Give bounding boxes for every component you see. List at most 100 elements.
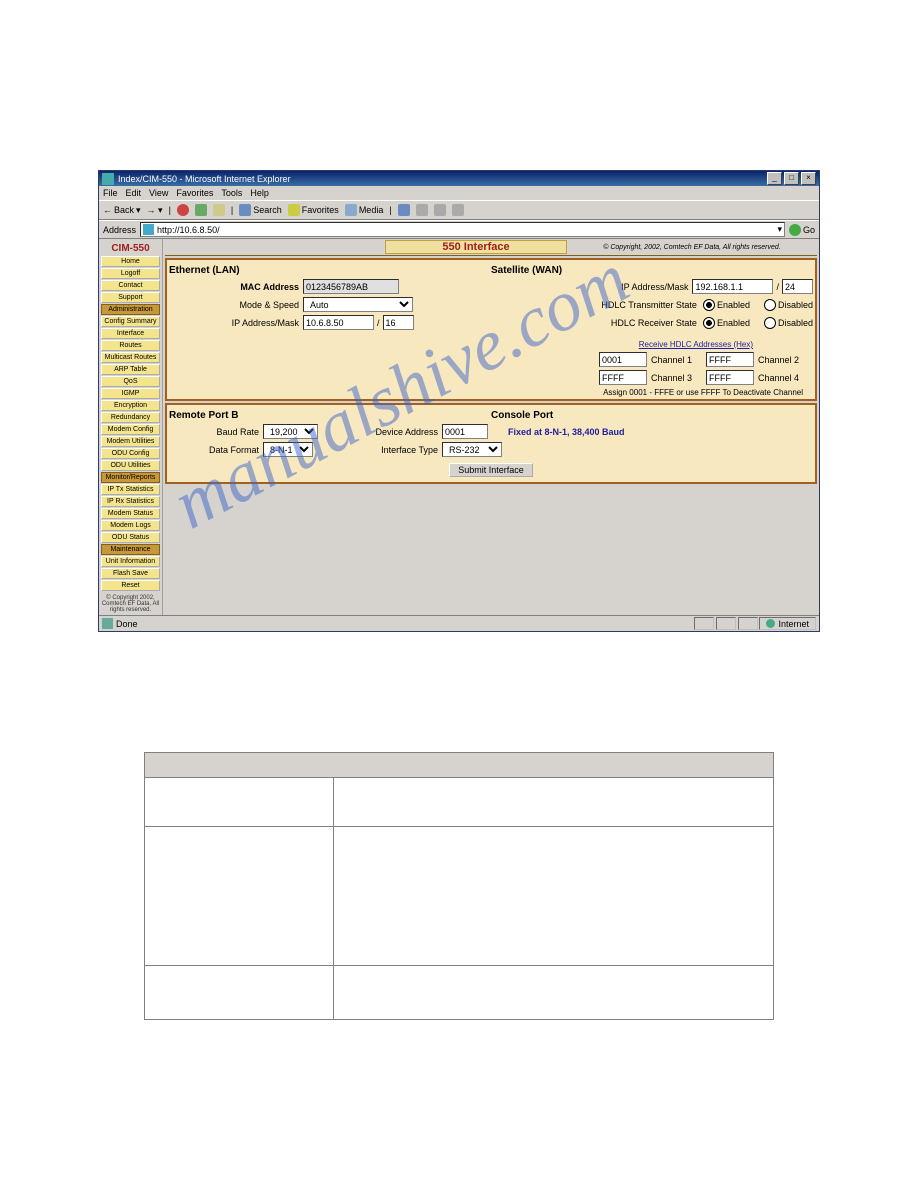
favorites-button[interactable]: Favorites (288, 204, 339, 216)
back-button[interactable]: ← Back ▾ (103, 205, 141, 216)
hdlc-tx-disabled-radio[interactable] (764, 299, 776, 311)
menu-help[interactable]: Help (250, 188, 269, 198)
eth-ip-label: IP Address/Mask (169, 318, 303, 328)
sidebar-item-oduutil[interactable]: ODU Utilities (101, 460, 160, 471)
menu-edit[interactable]: Edit (126, 188, 142, 198)
forward-button[interactable]: → ▾ (147, 205, 163, 216)
console-head: Console Port (491, 410, 553, 421)
search-button[interactable]: Search (239, 204, 282, 216)
menu-view[interactable]: View (149, 188, 168, 198)
console-fixed-text: Fixed at 8-N-1, 38,400 Baud (508, 427, 625, 437)
baud-select[interactable]: 19,200 (263, 424, 318, 439)
sidebar-head-maint: Maintenance (101, 544, 160, 555)
mail-button[interactable] (416, 204, 428, 216)
sidebar-item-support[interactable]: Support (101, 292, 160, 303)
remote-console-panel: Remote Port B Console Port Baud Rate 19,… (165, 403, 817, 484)
mac-input (303, 279, 399, 294)
ch1-input[interactable] (599, 352, 647, 367)
sidebar-item-unitinfo[interactable]: Unit Information (101, 556, 160, 567)
sidebar-item-routes[interactable]: Routes (101, 340, 160, 351)
sidebar-item-arp[interactable]: ARP Table (101, 364, 160, 375)
refresh-button[interactable] (195, 204, 207, 216)
hdlc-tx-label: HDLC Transmitter State (567, 300, 701, 310)
done-icon (102, 618, 113, 629)
iface-label: Interface Type (358, 445, 442, 455)
sidebar-item-oduconfig[interactable]: ODU Config (101, 448, 160, 459)
close-button[interactable]: × (801, 172, 816, 185)
hdlc-rx-label: HDLC Receiver State (567, 318, 701, 328)
globe-icon (766, 619, 775, 628)
eth-ip-input[interactable] (303, 315, 374, 330)
ch2-input[interactable] (706, 352, 754, 367)
sidebar-item-home[interactable]: Home (101, 256, 160, 267)
baud-label: Baud Rate (169, 427, 263, 437)
page-icon (143, 224, 154, 235)
sidebar-item-modemstatus[interactable]: Modem Status (101, 508, 160, 519)
sat-ip-input[interactable] (692, 279, 773, 294)
sat-mask-input[interactable] (782, 279, 813, 294)
edit-button[interactable] (452, 204, 464, 216)
sidebar-item-configsummary[interactable]: Config Summary (101, 316, 160, 327)
sidebar-item-encryption[interactable]: Encryption (101, 400, 160, 411)
menu-tools[interactable]: Tools (221, 188, 242, 198)
hdlc-rx-disabled-radio[interactable] (764, 317, 776, 329)
mode-label: Mode & Speed (169, 300, 303, 310)
ch4-input[interactable] (706, 370, 754, 385)
hdlc-rx-enabled-radio[interactable] (703, 317, 715, 329)
hdlc-tx-enabled-radio[interactable] (703, 299, 715, 311)
rcv-hdlc-link[interactable]: Receive HDLC Addresses (Hex) (639, 340, 753, 349)
statusbar: Done Internet (99, 615, 819, 631)
iface-select[interactable]: RS-232 (442, 442, 502, 457)
mac-label: MAC Address (169, 282, 303, 292)
ch3-input[interactable] (599, 370, 647, 385)
sidebar-item-iptx[interactable]: IP Tx Statistics (101, 484, 160, 495)
sidebar-item-igmp[interactable]: IGMP (101, 388, 160, 399)
ethernet-head: Ethernet (LAN) (169, 265, 240, 276)
print-button[interactable] (434, 204, 446, 216)
satellite-head: Satellite (WAN) (491, 265, 562, 276)
page-copyright: © Copyright, 2002, Comtech EF Data, All … (567, 244, 817, 251)
sidebar-head-monitor: Monitor/Reports (101, 472, 160, 483)
sidebar-item-interface[interactable]: Interface (101, 328, 160, 339)
address-input[interactable]: http://10.6.8.50/ ▾ (140, 222, 785, 237)
sidebar-item-iprx[interactable]: IP Rx Statistics (101, 496, 160, 507)
stop-button[interactable] (177, 204, 189, 216)
sidebar-item-reset[interactable]: Reset (101, 580, 160, 591)
hdlc-instr: Assign 0001 - FFFE or use FFFF To Deacti… (169, 388, 813, 397)
go-button[interactable]: Go (789, 224, 815, 236)
maximize-button[interactable]: □ (784, 172, 799, 185)
eth-mask-input[interactable] (383, 315, 414, 330)
sidebar-item-logoff[interactable]: Logoff (101, 268, 160, 279)
browser-window: Index/CIM-550 - Microsoft Internet Explo… (98, 170, 820, 632)
status-text: Done (116, 619, 138, 629)
sidebar-item-flashsave[interactable]: Flash Save (101, 568, 160, 579)
page-content: CIM-550 Home Logoff Contact Support Admi… (99, 239, 819, 615)
sidebar-item-redundancy[interactable]: Redundancy (101, 412, 160, 423)
sidebar-item-contact[interactable]: Contact (101, 280, 160, 291)
address-bar: Address http://10.6.8.50/ ▾ Go (99, 220, 819, 239)
ie-icon (102, 173, 114, 185)
mode-select[interactable]: Auto (303, 297, 413, 312)
submit-interface-button[interactable]: Submit Interface (449, 463, 533, 477)
minimize-button[interactable]: _ (767, 172, 782, 185)
sidebar-item-modemlogs[interactable]: Modem Logs (101, 520, 160, 531)
history-button[interactable] (398, 204, 410, 216)
document-table (144, 752, 774, 1020)
home-button[interactable] (213, 204, 225, 216)
sidebar-item-modemutil[interactable]: Modem Utilities (101, 436, 160, 447)
data-select[interactable]: 8-N-1 (263, 442, 313, 457)
data-label: Data Format (169, 445, 263, 455)
sidebar-item-mcast[interactable]: Multicast Routes (101, 352, 160, 363)
toolbar: ← Back ▾ → ▾ | | Search Favorites Media … (99, 200, 819, 220)
sidebar: CIM-550 Home Logoff Contact Support Admi… (99, 239, 163, 615)
titlebar: Index/CIM-550 - Microsoft Internet Explo… (99, 171, 819, 186)
main-area: 550 Interface © Copyright, 2002, Comtech… (163, 239, 819, 615)
menu-file[interactable]: File (103, 188, 118, 198)
sidebar-item-modemconfig[interactable]: Modem Config (101, 424, 160, 435)
address-label: Address (103, 225, 136, 235)
menu-favorites[interactable]: Favorites (176, 188, 213, 198)
sidebar-item-odustatus[interactable]: ODU Status (101, 532, 160, 543)
media-button[interactable]: Media (345, 204, 384, 216)
sidebar-item-qos[interactable]: QoS (101, 376, 160, 387)
dev-input[interactable] (442, 424, 488, 439)
